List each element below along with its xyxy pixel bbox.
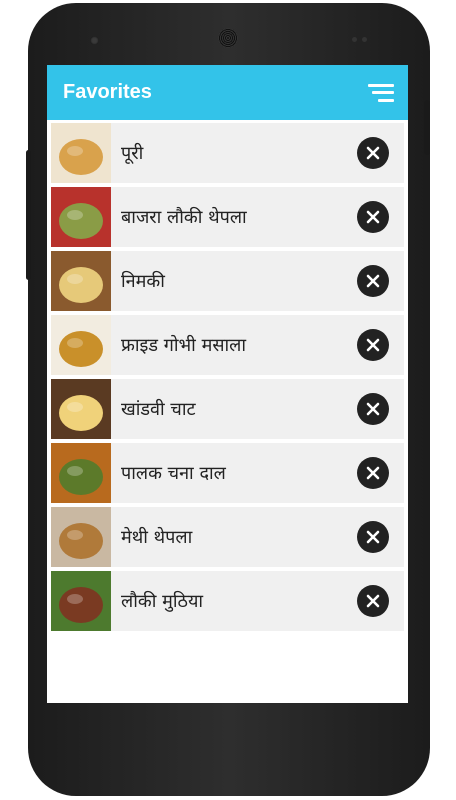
- favorites-list: पूरी बाजरा लौकी थेपला निमकी फ्राइड गोभी मसा…: [47, 120, 408, 631]
- dish-name: खांडवी चाट: [121, 399, 196, 420]
- close-icon[interactable]: [357, 585, 389, 617]
- app-screen: Favorites पूरी बाजरा लौकी थेपला निमकी फ्राइ…: [47, 65, 408, 703]
- sensor-right: [362, 37, 367, 42]
- sort-icon[interactable]: [368, 83, 394, 102]
- food-thumbnail: [51, 187, 111, 247]
- food-thumbnail: [51, 251, 111, 311]
- close-icon[interactable]: [357, 137, 389, 169]
- front-camera: [90, 36, 99, 45]
- list-item[interactable]: फ्राइड गोभी मसाला: [51, 315, 404, 375]
- dish-name: बाजरा लौकी थेपला: [121, 207, 247, 228]
- close-icon[interactable]: [357, 521, 389, 553]
- list-item[interactable]: पालक चना दाल: [51, 443, 404, 503]
- food-thumbnail: [51, 571, 111, 631]
- page-title: Favorites: [63, 81, 152, 103]
- dish-name: निमकी: [121, 271, 165, 292]
- close-icon[interactable]: [357, 457, 389, 489]
- list-item[interactable]: पूरी: [51, 123, 404, 183]
- food-thumbnail: [51, 379, 111, 439]
- dish-name: पूरी: [121, 143, 144, 164]
- close-icon[interactable]: [357, 329, 389, 361]
- close-icon[interactable]: [357, 201, 389, 233]
- dish-name: फ्राइड गोभी मसाला: [121, 335, 247, 356]
- dish-name: मेथी थेपला: [121, 527, 193, 548]
- list-item[interactable]: मेथी थेपला: [51, 507, 404, 567]
- app-bar: Favorites: [47, 65, 408, 120]
- list-item[interactable]: खांडवी चाट: [51, 379, 404, 439]
- list-item[interactable]: लौकी मुठिया: [51, 571, 404, 631]
- food-thumbnail: [51, 123, 111, 183]
- food-thumbnail: [51, 443, 111, 503]
- dish-name: लौकी मुठिया: [121, 591, 204, 612]
- close-icon[interactable]: [357, 265, 389, 297]
- power-button: [424, 100, 430, 155]
- food-thumbnail: [51, 507, 111, 567]
- sensor-left: [352, 37, 357, 42]
- food-thumbnail: [51, 315, 111, 375]
- volume-button: [26, 150, 31, 280]
- dish-name: पालक चना दाल: [121, 463, 226, 484]
- speaker-grille: [218, 28, 238, 48]
- close-icon[interactable]: [357, 393, 389, 425]
- list-item[interactable]: बाजरा लौकी थेपला: [51, 187, 404, 247]
- list-item[interactable]: निमकी: [51, 251, 404, 311]
